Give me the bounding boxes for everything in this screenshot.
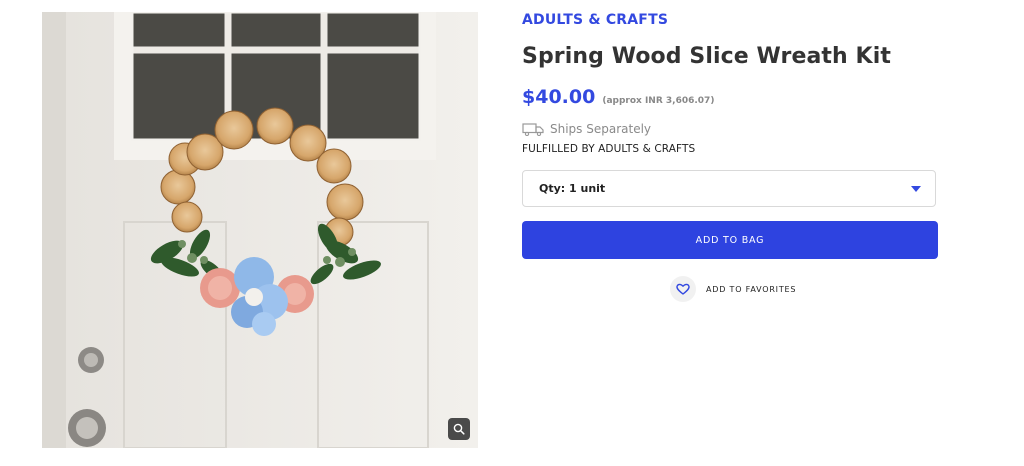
add-to-bag-button[interactable]: ADD TO BAG	[522, 221, 938, 259]
heart-icon	[676, 283, 690, 295]
price: $40.00	[522, 86, 596, 108]
price-row: $40.00 (approx INR 3,606.07)	[522, 86, 714, 108]
product-title: Spring Wood Slice Wreath Kit	[522, 44, 891, 69]
magnifier-icon	[453, 423, 465, 435]
ships-separately-text: Ships Separately	[550, 122, 652, 136]
add-to-favorites-label: ADD TO FAVORITES	[706, 284, 797, 294]
shipping-info: Ships Separately	[522, 122, 651, 136]
truck-icon	[522, 122, 544, 136]
wreath-photo	[42, 12, 478, 448]
brand-link[interactable]: ADULTS & CRAFTS	[522, 12, 668, 28]
add-to-favorites-button[interactable]: ADD TO FAVORITES	[670, 276, 796, 302]
heart-icon-wrap	[670, 276, 696, 302]
quantity-select[interactable]: Qty: 1 unit	[522, 170, 936, 207]
price-approx: (approx INR 3,606.07)	[602, 96, 715, 106]
product-image[interactable]	[42, 12, 478, 448]
zoom-button[interactable]	[448, 418, 470, 440]
caret-down-icon	[911, 185, 921, 192]
quantity-value: Qty: 1 unit	[539, 182, 606, 195]
fulfilled-by: FULFILLED BY ADULTS & CRAFTS	[522, 143, 696, 155]
